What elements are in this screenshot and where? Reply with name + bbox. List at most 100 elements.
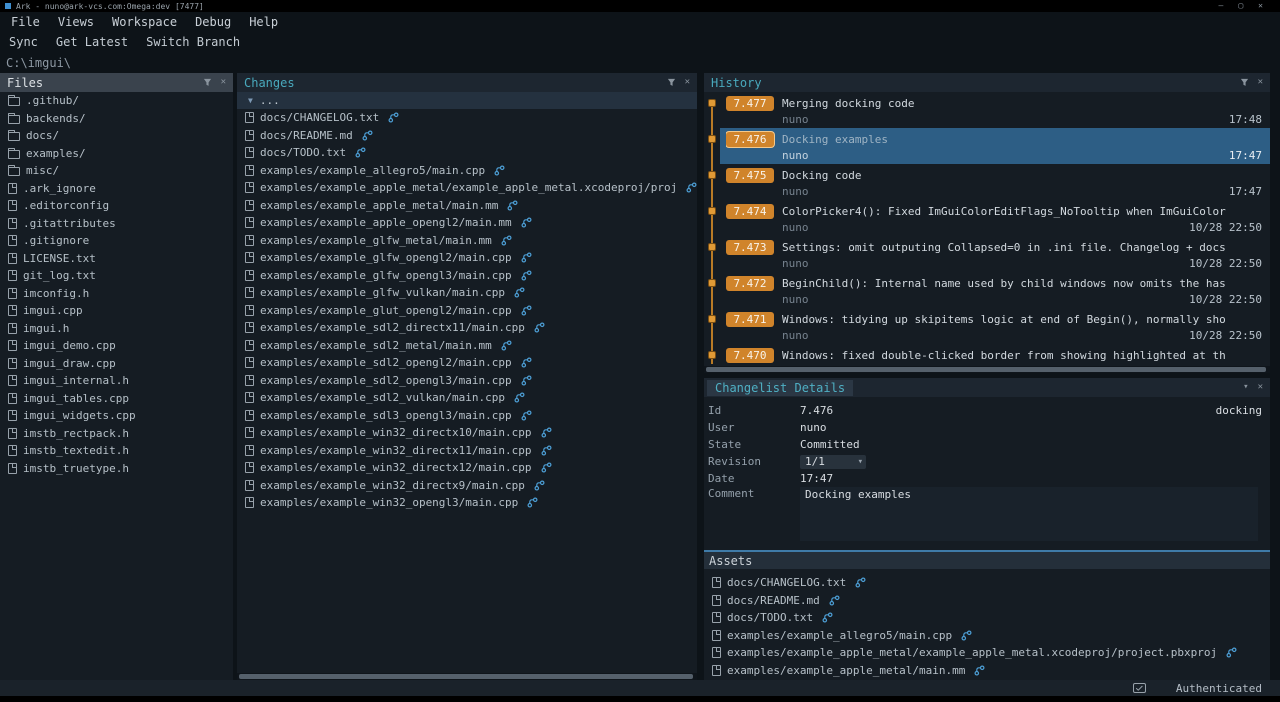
expand-triangle-icon[interactable]: ▼: [248, 96, 253, 105]
close-icon[interactable]: ✕: [1258, 78, 1263, 87]
file-tree-item[interactable]: imstb_rectpack.h: [0, 425, 233, 443]
history-entry[interactable]: 7.473Settings: omit outputing Collapsed=…: [720, 236, 1270, 272]
file-tree-item[interactable]: imgui.h: [0, 320, 233, 338]
menu-workspace[interactable]: Workspace: [103, 15, 186, 29]
changed-file-row[interactable]: examples/example_glfw_vulkan/main.cpp: [237, 284, 697, 302]
changed-file-row[interactable]: examples/example_glfw_opengl2/main.cpp: [237, 249, 697, 267]
close-icon[interactable]: ✕: [221, 78, 226, 87]
close-icon[interactable]: ✕: [685, 78, 690, 87]
changed-file-row[interactable]: examples/example_win32_directx10/main.cp…: [237, 424, 697, 442]
bottom-strip: [0, 696, 1280, 702]
asset-row[interactable]: docs/TODO.txt: [704, 609, 1270, 627]
changed-file-row[interactable]: examples/example_sdl2_metal/main.mm: [237, 337, 697, 355]
asset-row[interactable]: examples/example_apple_metal/example_app…: [704, 644, 1270, 662]
file-tree-item[interactable]: examples/: [0, 145, 233, 163]
file-tree-item[interactable]: git_log.txt: [0, 267, 233, 285]
file-tree-item[interactable]: imstb_textedit.h: [0, 442, 233, 460]
changes-root-row[interactable]: ▼ ...: [237, 92, 697, 109]
history-entry[interactable]: 7.470Windows: fixed double-clicked borde…: [720, 344, 1270, 366]
file-tree-item[interactable]: .gitattributes: [0, 215, 233, 233]
history-entry[interactable]: 7.475Docking codenuno17:47: [720, 164, 1270, 200]
checkout-icon: [527, 497, 538, 508]
file-tree-item[interactable]: .gitignore: [0, 232, 233, 250]
changed-file-row[interactable]: examples/example_sdl2_directx11/main.cpp: [237, 319, 697, 337]
horizontal-scrollbar[interactable]: [704, 366, 1270, 373]
file-tree-item[interactable]: imstb_truetype.h: [0, 460, 233, 478]
changed-file-row[interactable]: examples/example_win32_directx9/main.cpp: [237, 477, 697, 495]
changed-file-row[interactable]: examples/example_sdl2_opengl2/main.cpp: [237, 354, 697, 372]
changed-file-row[interactable]: docs/TODO.txt: [237, 144, 697, 162]
changed-file-row[interactable]: examples/example_glfw_opengl3/main.cpp: [237, 267, 697, 285]
changed-file-row[interactable]: examples/example_sdl2_vulkan/main.cpp: [237, 389, 697, 407]
menu-file[interactable]: File: [2, 15, 49, 29]
detail-field-state: StateCommitted: [704, 436, 1270, 453]
changed-file-row[interactable]: examples/example_win32_opengl3/main.cpp: [237, 494, 697, 512]
graph-node: [708, 171, 716, 179]
changed-file-row[interactable]: examples/example_win32_directx12/main.cp…: [237, 459, 697, 477]
toolbar-sync-button[interactable]: Sync: [0, 35, 47, 49]
file-tree-item[interactable]: imgui.cpp: [0, 302, 233, 320]
revision-select[interactable]: 1/1▾: [800, 455, 866, 469]
changed-file-row[interactable]: docs/CHANGELOG.txt: [237, 109, 697, 127]
history-entry[interactable]: 7.472BeginChild(): Internal name used by…: [720, 272, 1270, 308]
file-tree-item[interactable]: imgui_tables.cpp: [0, 390, 233, 408]
document-icon: [245, 410, 254, 421]
chevron-down-icon: ▾: [858, 457, 863, 467]
menu-debug[interactable]: Debug: [186, 15, 240, 29]
changed-file-row[interactable]: examples/example_allegro5/main.cpp: [237, 162, 697, 180]
asset-row[interactable]: docs/CHANGELOG.txt: [704, 574, 1270, 592]
toolbar-switch-branch-button[interactable]: Switch Branch: [137, 35, 249, 49]
filter-icon[interactable]: [1240, 78, 1249, 87]
changed-file-row[interactable]: docs/README.md: [237, 127, 697, 145]
changed-file-row[interactable]: examples/example_sdl3_opengl3/main.cpp: [237, 407, 697, 425]
filter-icon[interactable]: [667, 78, 676, 87]
file-tree-item[interactable]: .github/: [0, 92, 233, 110]
history-entry[interactable]: 7.471Windows: tidying up skipitems logic…: [720, 308, 1270, 344]
asset-row[interactable]: docs/README.md: [704, 592, 1270, 610]
scrollbar-thumb[interactable]: [239, 674, 693, 679]
asset-row[interactable]: examples/example_apple_metal/main.mm: [704, 662, 1270, 680]
document-icon: [245, 497, 254, 508]
changed-file-row[interactable]: examples/example_apple_opengl2/main.mm: [237, 214, 697, 232]
toolbar-get-latest-button[interactable]: Get Latest: [47, 35, 137, 49]
file-tree-item[interactable]: .ark_ignore: [0, 180, 233, 198]
asset-row[interactable]: examples/example_allegro5/main.cpp: [704, 627, 1270, 645]
menu-help[interactable]: Help: [240, 15, 287, 29]
close-button[interactable]: ✕: [1258, 0, 1263, 12]
assets-list: docs/CHANGELOG.txtdocs/README.mddocs/TOD…: [704, 569, 1270, 679]
changed-file-row[interactable]: examples/example_win32_directx11/main.cp…: [237, 442, 697, 460]
history-entry[interactable]: 7.474ColorPicker4(): Fixed ImGuiColorEdi…: [720, 200, 1270, 236]
horizontal-scrollbar[interactable]: [237, 673, 697, 680]
document-icon: [245, 112, 254, 123]
graph-node: [708, 99, 716, 107]
file-tree-item[interactable]: LICENSE.txt: [0, 250, 233, 268]
file-tree-item[interactable]: imgui_demo.cpp: [0, 337, 233, 355]
changed-file-row[interactable]: examples/example_sdl2_opengl3/main.cpp: [237, 372, 697, 390]
checkout-icon: [501, 235, 512, 246]
history-entry[interactable]: 7.476Docking examplesnuno17:47: [720, 128, 1270, 164]
file-tree-item[interactable]: imgui_draw.cpp: [0, 355, 233, 373]
file-tree-item[interactable]: misc/: [0, 162, 233, 180]
changed-file-row[interactable]: examples/example_apple_metal/main.mm: [237, 197, 697, 215]
file-tree-item[interactable]: imconfig.h: [0, 285, 233, 303]
changeset-badge: 7.475: [726, 168, 774, 183]
filter-icon[interactable]: [203, 78, 212, 87]
history-entry[interactable]: 7.477Merging docking codenuno17:48: [720, 92, 1270, 128]
checkout-icon: [521, 305, 532, 316]
detail-label: State: [708, 438, 800, 451]
changed-file-row[interactable]: examples/example_apple_metal/example_app…: [237, 179, 697, 197]
close-icon[interactable]: ✕: [1258, 383, 1263, 392]
scrollbar-thumb[interactable]: [706, 367, 1266, 372]
changed-file-row[interactable]: examples/example_glfw_metal/main.mm: [237, 232, 697, 250]
file-tree-item[interactable]: .editorconfig: [0, 197, 233, 215]
file-tree-item[interactable]: docs/: [0, 127, 233, 145]
file-tree-item[interactable]: backends/: [0, 110, 233, 128]
changed-file-row[interactable]: examples/example_glut_opengl2/main.cpp: [237, 302, 697, 320]
menu-views[interactable]: Views: [49, 15, 103, 29]
item-label: examples/example_glut_opengl2/main.cpp: [260, 304, 512, 317]
file-tree-item[interactable]: imgui_internal.h: [0, 372, 233, 390]
file-tree-item[interactable]: imgui_widgets.cpp: [0, 407, 233, 425]
chevron-down-icon[interactable]: ▾: [1243, 383, 1248, 392]
maximize-button[interactable]: ▢: [1238, 0, 1243, 12]
minimize-button[interactable]: —: [1219, 0, 1224, 12]
